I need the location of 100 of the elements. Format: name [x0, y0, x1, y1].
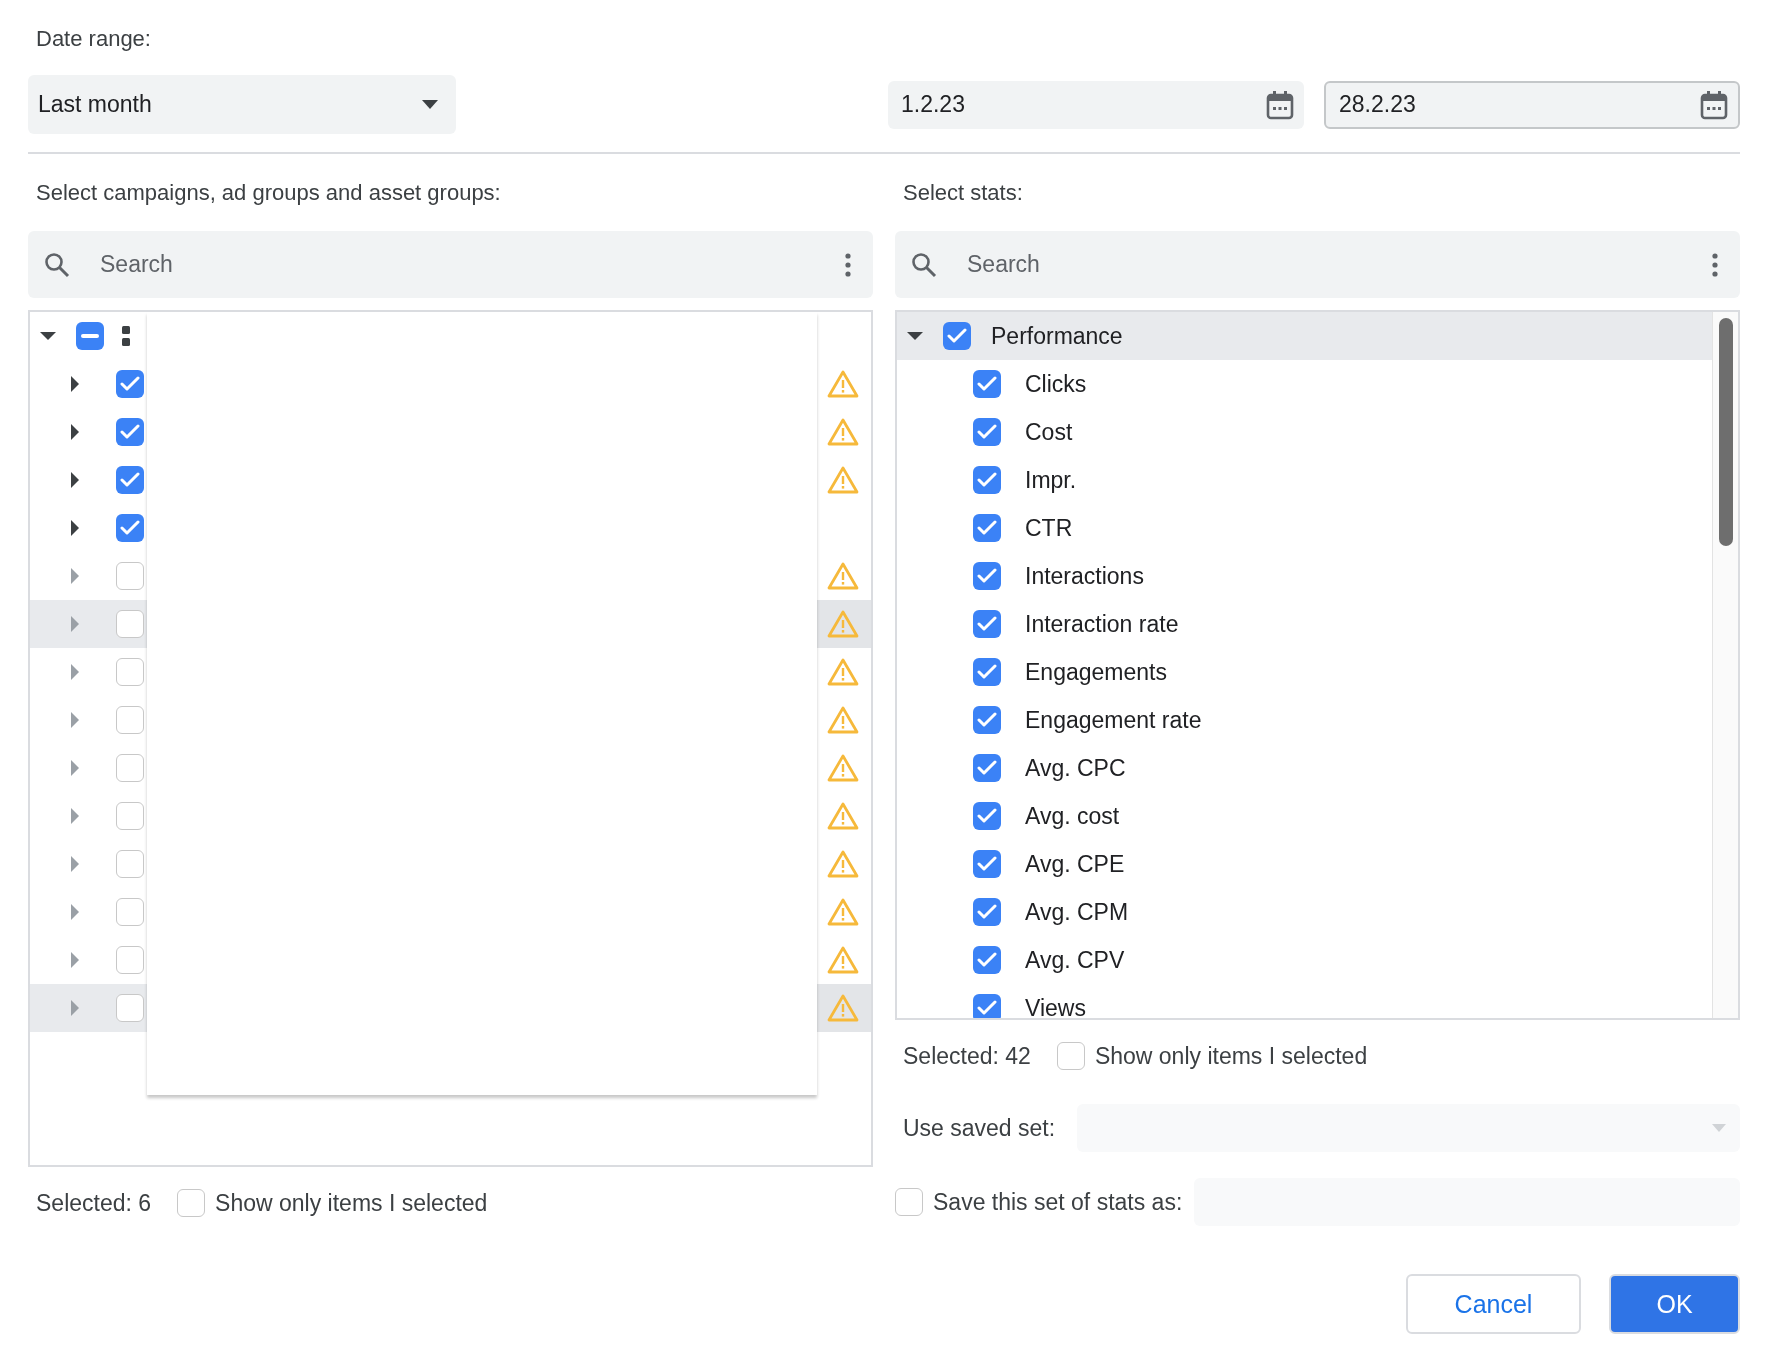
- checkmark-icon: [977, 856, 997, 872]
- checkbox[interactable]: [973, 946, 1001, 974]
- expand-caret-icon[interactable]: [70, 424, 80, 440]
- stat-label: Cost: [1025, 418, 1073, 446]
- stat-label: Avg. CPM: [1025, 898, 1129, 926]
- checkbox[interactable]: [116, 658, 144, 686]
- stat-label: CTR: [1025, 514, 1073, 542]
- warning-icon: [827, 898, 859, 926]
- warning-icon: [827, 754, 859, 782]
- checkbox[interactable]: [973, 850, 1001, 878]
- checkmark-icon: [977, 1000, 997, 1016]
- checkbox[interactable]: [973, 514, 1001, 542]
- checkbox[interactable]: [973, 418, 1001, 446]
- checkbox[interactable]: [116, 706, 144, 734]
- checkbox[interactable]: [116, 418, 144, 446]
- date-range-label: Date range:: [35, 26, 152, 52]
- checkmark-icon: [977, 376, 997, 392]
- checkbox[interactable]: [116, 994, 144, 1022]
- expand-caret-icon[interactable]: [907, 331, 923, 341]
- warning-icon: [827, 802, 859, 830]
- checkbox-label: Save this set of stats as:: [933, 1188, 1183, 1216]
- warning-icon: [827, 466, 859, 494]
- checkbox-label: Show only items I selected: [1094, 1042, 1368, 1070]
- expand-caret-icon[interactable]: [70, 472, 80, 488]
- search-icon: [911, 251, 937, 278]
- checkbox[interactable]: [116, 946, 144, 974]
- expand-caret-icon[interactable]: [70, 376, 80, 392]
- checkbox[interactable]: [973, 802, 1001, 830]
- checkmark-icon: [977, 760, 997, 776]
- checkmark-icon: [977, 808, 997, 824]
- checkbox[interactable]: [116, 610, 144, 638]
- start-date-field[interactable]: 1.2.23: [888, 80, 1304, 129]
- ok-button[interactable]: OK: [1609, 1274, 1740, 1334]
- calendar-icon[interactable]: [1266, 89, 1294, 120]
- checkbox[interactable]: [973, 898, 1001, 926]
- checkbox[interactable]: [973, 754, 1001, 782]
- expand-caret-icon[interactable]: [70, 520, 80, 536]
- checkmark-icon: [977, 424, 997, 440]
- checkbox[interactable]: [973, 610, 1001, 638]
- search-field[interactable]: Search: [28, 231, 873, 298]
- scrollbar[interactable]: [1712, 312, 1738, 1018]
- checkbox[interactable]: [973, 658, 1001, 686]
- stat-label: Clicks: [1025, 370, 1087, 398]
- warning-icon: [827, 706, 859, 734]
- more-icon[interactable]: [845, 252, 851, 277]
- stats-label: Select stats:: [902, 180, 1024, 206]
- calendar-icon[interactable]: [1700, 89, 1728, 120]
- checkbox[interactable]: [116, 850, 144, 878]
- checkbox[interactable]: [116, 898, 144, 926]
- checkmark-icon: [120, 520, 140, 536]
- checkmark-icon: [977, 616, 997, 632]
- checkbox[interactable]: [973, 466, 1001, 494]
- stat-label: Engagement rate: [1025, 706, 1202, 734]
- checkbox[interactable]: [177, 1189, 206, 1217]
- stat-label: Avg. CPE: [1025, 850, 1125, 878]
- dropdown-arrow-icon: [1712, 1124, 1726, 1132]
- stat-label: Avg. CPC: [1025, 754, 1126, 782]
- warning-icon: [827, 418, 859, 446]
- checkbox[interactable]: [116, 514, 144, 542]
- checkbox-label: Show only items I selected: [215, 1189, 488, 1217]
- checkbox[interactable]: [973, 994, 1001, 1018]
- minus-icon: [81, 334, 99, 338]
- checkbox[interactable]: [116, 754, 144, 782]
- stat-label: Engagements: [1025, 658, 1167, 686]
- checkbox[interactable]: [116, 562, 144, 590]
- grid-icon: [122, 326, 130, 346]
- end-date-field[interactable]: 28.2.23: [1324, 80, 1740, 129]
- checkmark-icon: [977, 472, 997, 488]
- checkbox[interactable]: [895, 1188, 923, 1216]
- stat-label: Interactions: [1025, 562, 1144, 590]
- warning-icon: [827, 562, 859, 590]
- stat-label: Avg. cost: [1025, 802, 1120, 830]
- checkmark-icon: [977, 952, 997, 968]
- cancel-button[interactable]: Cancel: [1406, 1274, 1581, 1334]
- checkmark-icon: [977, 664, 997, 680]
- expand-caret-icon[interactable]: [40, 331, 56, 341]
- checkmark-icon: [977, 904, 997, 920]
- selected-count: Selected: 6: [36, 1189, 152, 1217]
- checkmark-icon: [947, 328, 967, 344]
- date-preset-dropdown[interactable]: Last month: [28, 75, 456, 134]
- checkbox[interactable]: [116, 802, 144, 830]
- checkbox[interactable]: [116, 370, 144, 398]
- checkbox[interactable]: [973, 370, 1001, 398]
- stat-label: Views: [1025, 994, 1086, 1018]
- more-icon[interactable]: [1712, 252, 1718, 277]
- stat-group-label: Performance: [991, 322, 1123, 350]
- checkbox[interactable]: [1056, 1042, 1085, 1070]
- checkbox[interactable]: [973, 562, 1001, 590]
- warning-icon: [827, 994, 859, 1022]
- checkmark-icon: [977, 712, 997, 728]
- warning-icon: [827, 850, 859, 878]
- checkbox[interactable]: [76, 322, 104, 350]
- campaigns-label: Select campaigns, ad groups and asset groups:: [35, 180, 502, 206]
- stat-label: Interaction rate: [1025, 610, 1179, 638]
- search-field[interactable]: Search: [895, 231, 1740, 298]
- checkbox[interactable]: [943, 322, 971, 350]
- stat-label: Impr.: [1025, 466, 1077, 494]
- checkbox[interactable]: [116, 466, 144, 494]
- checkmark-icon: [977, 520, 997, 536]
- checkbox[interactable]: [973, 706, 1001, 734]
